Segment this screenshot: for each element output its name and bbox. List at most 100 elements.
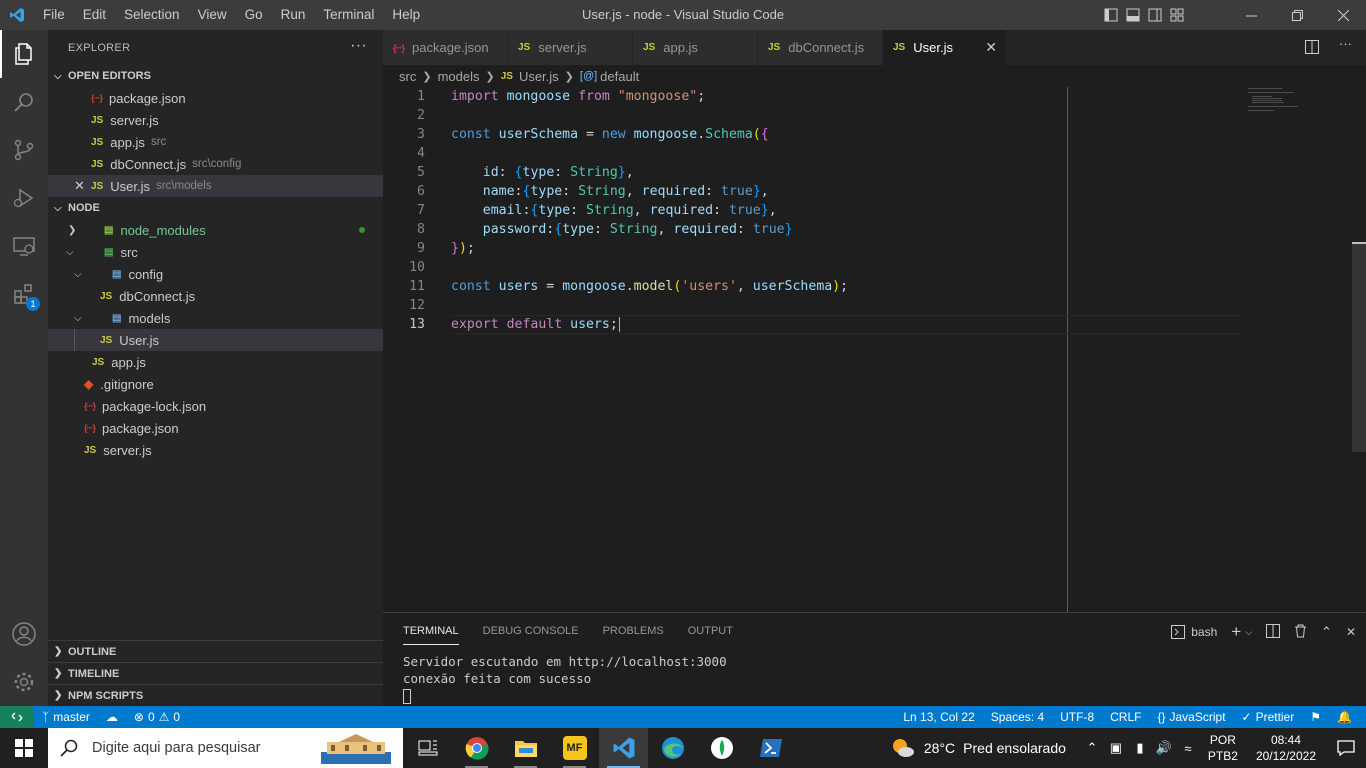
vscode-taskbar-icon[interactable]	[599, 728, 648, 768]
restore-icon[interactable]	[1274, 0, 1320, 30]
notification-center-icon[interactable]	[1326, 728, 1366, 768]
chrome-icon[interactable]	[452, 728, 501, 768]
breadcrumb-item[interactable]: User.js	[519, 69, 559, 84]
tree-file-package-lock[interactable]: {···} package-lock.json	[48, 395, 383, 417]
powershell-icon[interactable]	[746, 728, 795, 768]
menu-edit[interactable]: Edit	[74, 0, 115, 30]
source-control-icon[interactable]	[0, 126, 48, 174]
remote-indicator-icon[interactable]	[0, 706, 34, 728]
terminal-output[interactable]: Servidor escutando em http://localhost:3…	[403, 653, 727, 704]
maximize-panel-icon[interactable]: ⌃	[1321, 624, 1332, 640]
chevron-down-icon[interactable]: ⌵	[1245, 627, 1252, 638]
search-icon[interactable]	[0, 78, 48, 126]
close-editor-icon[interactable]: ✕	[74, 178, 85, 194]
cursor-position[interactable]: Ln 13, Col 22	[895, 710, 982, 724]
windows-start-icon[interactable]	[0, 728, 48, 768]
open-editor-item[interactable]: JS app.js src	[48, 131, 383, 153]
npm-scripts-section[interactable]: ❯ NPM SCRIPTS	[48, 684, 383, 706]
menu-terminal[interactable]: Terminal	[314, 0, 383, 30]
task-view-icon[interactable]	[403, 728, 452, 768]
tab-terminal[interactable]: TERMINAL	[403, 617, 459, 645]
open-editor-item[interactable]: {···} package.json	[48, 87, 383, 109]
breadcrumb-item[interactable]: src	[399, 69, 416, 84]
explorer-icon[interactable]	[0, 30, 48, 78]
timeline-section[interactable]: ❯ TIMELINE	[48, 662, 383, 684]
weather-widget[interactable]: 28°C Pred ensolarado	[890, 737, 1066, 759]
end-of-line[interactable]: CRLF	[1102, 710, 1149, 724]
menu-file[interactable]: File	[34, 0, 74, 30]
toggle-secondary-sidebar-icon[interactable]	[1144, 0, 1166, 30]
close-window-icon[interactable]	[1320, 0, 1366, 30]
remote-explorer-icon[interactable]	[0, 222, 48, 270]
open-editor-item[interactable]: JS dbConnect.js src\config	[48, 153, 383, 175]
customize-layout-icon[interactable]	[1166, 0, 1188, 30]
more-actions-icon[interactable]: ···	[1339, 36, 1352, 57]
manage-gear-icon[interactable]	[0, 658, 48, 706]
mongodb-compass-icon[interactable]	[697, 728, 746, 768]
tree-folder-config[interactable]: ⌵ ▤ config	[48, 263, 383, 285]
tree-file-gitignore[interactable]: ◆ .gitignore	[48, 373, 383, 395]
minimap[interactable]	[1248, 87, 1358, 117]
sync-icon[interactable]: ☁	[98, 710, 126, 724]
code-editor[interactable]: 1 2 3 4 5 6 7 8 9 10 11 12 13 import mon…	[383, 87, 1366, 612]
tab-dbconnect-js[interactable]: JS dbConnect.js	[758, 30, 883, 65]
close-panel-icon[interactable]: ✕	[1346, 625, 1356, 639]
minimize-icon[interactable]	[1228, 0, 1274, 30]
trash-icon[interactable]	[1294, 624, 1307, 641]
clock[interactable]: 08:44 20/12/2022	[1256, 732, 1316, 764]
wifi-icon[interactable]: ≈	[1176, 741, 1200, 756]
open-editor-item-active[interactable]: ✕ JS User.js src\models	[48, 175, 383, 197]
notifications-bell-icon[interactable]: 🔔	[1329, 710, 1360, 724]
menu-selection[interactable]: Selection	[115, 0, 189, 30]
taskbar-search[interactable]: Digite aqui para pesquisar	[48, 728, 403, 768]
folder-section[interactable]: ⌵ NODE	[48, 197, 383, 219]
extensions-icon[interactable]: 1	[0, 270, 48, 318]
prettier-status[interactable]: ✓ Prettier	[1234, 710, 1303, 724]
tab-server-js[interactable]: JS server.js	[508, 30, 633, 65]
run-debug-icon[interactable]	[0, 174, 48, 222]
split-terminal-icon[interactable]	[1266, 623, 1281, 641]
toggle-panel-icon[interactable]	[1122, 0, 1144, 30]
language-mode[interactable]: {} JavaScript	[1149, 710, 1233, 724]
tab-app-js[interactable]: JS app.js	[633, 30, 758, 65]
outline-section[interactable]: ❯ OUTLINE	[48, 640, 383, 662]
branch-status[interactable]: ᛉ master	[34, 710, 98, 724]
breadcrumb-item[interactable]: models	[438, 69, 480, 84]
accounts-icon[interactable]	[0, 610, 48, 658]
meet-now-icon[interactable]: ▣	[1104, 740, 1128, 756]
menu-go[interactable]: Go	[236, 0, 272, 30]
more-actions-icon[interactable]: ···	[350, 37, 367, 55]
tab-package-json[interactable]: {···} package.json	[383, 30, 508, 65]
tree-file-user-selected[interactable]: JS User.js	[48, 329, 383, 351]
problems-status[interactable]: ⊗ 0 ⚠ 0	[126, 710, 188, 724]
tree-folder-models[interactable]: ⌵ ▤ models	[48, 307, 383, 329]
encoding[interactable]: UTF-8	[1052, 710, 1102, 724]
tab-user-js[interactable]: JS User.js ✕	[883, 30, 1006, 65]
mf-app-icon[interactable]: MF	[550, 728, 599, 768]
split-editor-icon[interactable]	[1305, 40, 1319, 57]
tree-folder-src[interactable]: ⌵ ▤ src	[48, 241, 383, 263]
toggle-sidebar-icon[interactable]	[1100, 0, 1122, 30]
tab-output[interactable]: OUTPUT	[688, 625, 733, 637]
chevron-up-icon[interactable]: ⌃	[1080, 740, 1104, 756]
tab-problems[interactable]: PROBLEMS	[603, 625, 664, 637]
breadcrumb-item[interactable]: default	[600, 69, 639, 84]
battery-icon[interactable]: ▮	[1128, 740, 1152, 756]
tree-file-server[interactable]: JS server.js	[48, 439, 383, 461]
menu-help[interactable]: Help	[383, 0, 429, 30]
tree-file-package[interactable]: {···} package.json	[48, 417, 383, 439]
volume-icon[interactable]: 🔊	[1152, 740, 1176, 756]
open-editors-section[interactable]: ⌵ OPEN EDITORS	[48, 65, 383, 87]
file-explorer-icon[interactable]	[501, 728, 550, 768]
feedback-icon[interactable]: ⚑	[1302, 710, 1329, 724]
vertical-scrollbar[interactable]	[1352, 242, 1366, 452]
tab-debug-console[interactable]: DEBUG CONSOLE	[483, 625, 579, 637]
terminal-shell-selector[interactable]: bash	[1171, 625, 1217, 639]
tree-folder-node-modules[interactable]: ❯ ▤ node_modules	[48, 219, 383, 241]
close-tab-icon[interactable]: ✕	[985, 39, 997, 56]
indentation[interactable]: Spaces: 4	[983, 710, 1052, 724]
new-terminal-icon[interactable]: +	[1231, 622, 1241, 642]
open-editor-item[interactable]: JS server.js	[48, 109, 383, 131]
menu-view[interactable]: View	[189, 0, 236, 30]
menu-run[interactable]: Run	[272, 0, 315, 30]
